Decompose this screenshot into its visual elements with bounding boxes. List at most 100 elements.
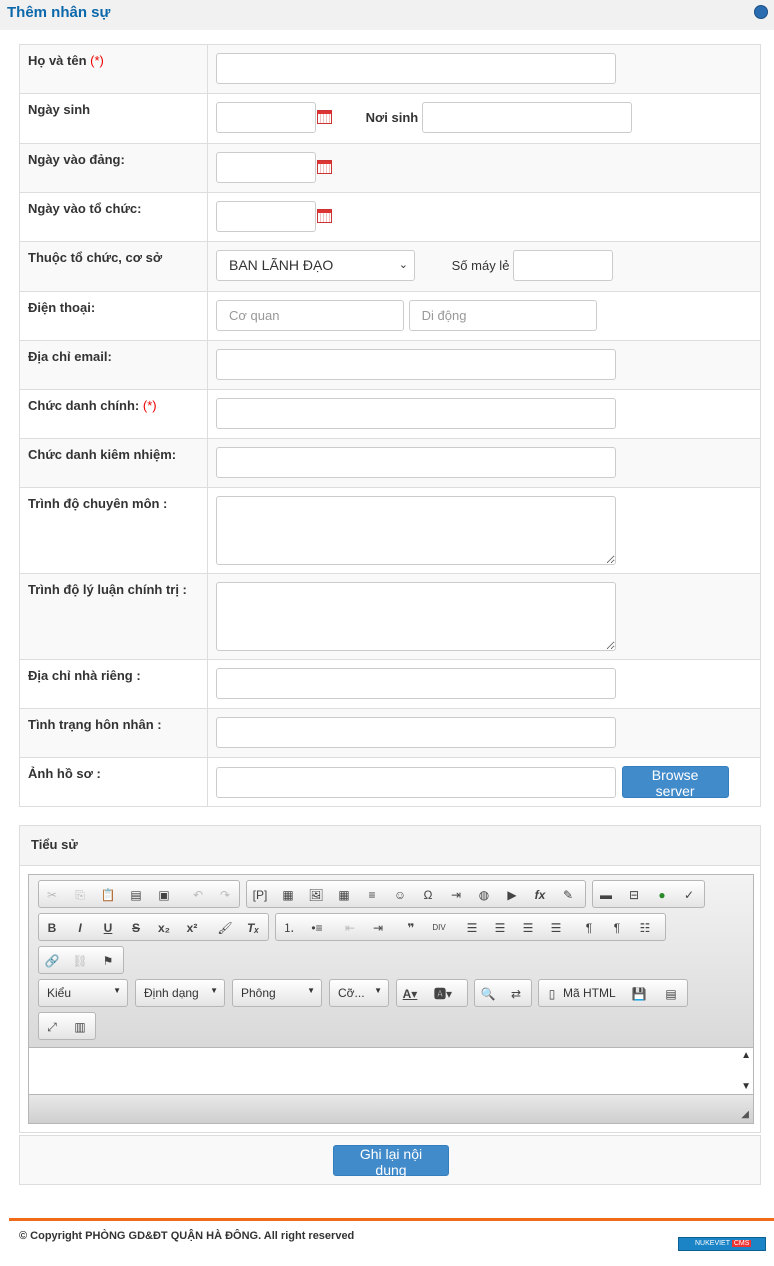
political-textarea[interactable] [216,582,616,651]
outdent-icon[interactable]: ⇤ [340,918,360,938]
phone-mobile-input[interactable] [408,300,597,331]
image-icon[interactable]: 🖼 [306,885,326,905]
nukeviet-logo[interactable]: NUKEVIET CMS [678,1237,766,1251]
align-center-icon[interactable]: ☰ [490,918,510,938]
justify-icon[interactable]: ☰ [546,918,566,938]
ltr-icon[interactable]: ¶ [579,918,599,938]
calendar-icon[interactable] [317,208,332,223]
scroll-down-icon[interactable]: ▼ [741,1081,751,1092]
find-group: 🔍 ⇄ [474,979,532,1007]
calendar-icon[interactable] [317,109,332,124]
iframe-icon[interactable]: ◍ [474,885,494,905]
replace-icon[interactable]: ⇄ [506,984,526,1004]
birthplace-label: Nơi sinh [365,110,419,125]
media-icon[interactable]: ▦ [278,885,298,905]
youtube-icon[interactable]: ▶ [502,885,522,905]
expertise-textarea[interactable] [216,496,616,565]
bg-color-icon[interactable]: 🅰▾ [433,984,453,1004]
editor-content-area[interactable]: ▲ ▼ [29,1048,753,1094]
page-break-icon[interactable]: ⊟ [624,885,644,905]
smiley-icon[interactable]: ☺ [390,885,410,905]
format-combo[interactable]: Định dạng ▼ [135,979,225,1007]
dob-input[interactable] [216,102,316,133]
bulleted-list-icon[interactable]: •≡ [307,918,327,938]
paste-icon[interactable]: 📋 [98,885,118,905]
org-select[interactable]: BAN LÃNH ĐẠO ⌄ [216,250,415,281]
subscript-icon[interactable]: x₂ [154,918,174,938]
source-icon[interactable]: ▯ [542,984,562,1004]
staff-form: Họ và tên (*) Ngày sinh Nơi sinh Ngày và… [19,44,761,807]
globe-icon[interactable] [754,5,768,19]
div-icon[interactable]: DIV [429,918,449,938]
birthplace-input[interactable] [421,102,632,133]
browse-server-button[interactable]: Browse server [621,766,729,799]
maximize-icon[interactable]: ⤢ [42,1017,62,1037]
template-icon[interactable]: ✎ [558,885,578,905]
special-char-icon[interactable]: Ω [418,885,438,905]
anchor-flag-icon[interactable]: ⚑ [98,951,118,971]
link-icon[interactable]: 🔗 [42,951,62,971]
paste-text-icon[interactable]: ▤ [126,885,146,905]
superscript-icon[interactable]: x² [182,918,202,938]
resize-handle-icon[interactable]: ◢ [741,1109,749,1120]
concurrent-input[interactable] [216,447,616,478]
rtl-icon[interactable]: ¶ [607,918,627,938]
links-group: 🔗 ⛓ ⚑ [38,946,124,974]
text-color-icon[interactable]: A▾ [400,984,420,1004]
party-date-input[interactable] [216,152,316,183]
strike-icon[interactable]: S [126,918,146,938]
dob-label: Ngày sinh [19,93,208,144]
indent-block-icon[interactable]: ⇥ [446,885,466,905]
size-combo[interactable]: Cỡ... ▼ [329,979,389,1007]
calendar-icon[interactable] [317,159,332,174]
align-right-icon[interactable]: ☰ [518,918,538,938]
italic-icon[interactable]: I [70,918,90,938]
cut-icon[interactable]: ✂ [42,885,62,905]
indent-icon[interactable]: ⇥ [368,918,388,938]
photo-input[interactable] [216,766,616,798]
align-left-icon[interactable]: ☰ [462,918,482,938]
copy-icon[interactable]: ⎘ [70,885,90,905]
address-input[interactable] [216,668,616,699]
formula-icon[interactable]: fx [530,885,550,905]
scroll-up-icon[interactable]: ▲ [741,1050,751,1061]
source-button[interactable]: Mã HTML [563,986,616,1000]
email-input[interactable] [216,349,616,380]
preview-icon[interactable]: ▤ [661,984,681,1004]
paragraph-icon[interactable]: [P] [250,885,270,905]
horizontal-rule-icon[interactable]: ≡ [362,885,382,905]
redo-icon[interactable]: ↷ [215,885,235,905]
bio-panel: Tiểu sử ✂ ⎘ 📋 ▤ ▣ ↶ ↷ [P] ▦ 🖼 ▦ ≡ ☺ Ω ⇥ [19,825,761,1133]
full-name-input[interactable] [216,53,616,84]
org-label: Thuộc tổ chức, cơ sở [19,241,208,292]
spellcheck-icon[interactable]: ✓ [679,885,699,905]
org-date-input[interactable] [216,201,316,232]
style-combo[interactable]: Kiểu ▼ [38,979,128,1007]
table-icon[interactable]: ▦ [334,885,354,905]
search-icon[interactable]: 🔍 [478,984,498,1004]
marital-input[interactable] [216,717,616,748]
paste-word-icon[interactable]: ▣ [154,885,174,905]
colors-group: A▾ 🅰▾ [396,979,468,1007]
font-combo[interactable]: Phông ▼ [232,979,322,1007]
clipboard-group: ✂ ⎘ 📋 ▤ ▣ ↶ ↷ [38,880,240,908]
phone-office-input[interactable] [216,300,404,331]
bold-icon[interactable]: B [42,918,62,938]
numbered-list-icon[interactable]: ⒈ [279,918,299,938]
insert-group: [P] ▦ 🖼 ▦ ≡ ☺ Ω ⇥ ◍ ▶ fx ✎ [246,880,586,908]
underline-icon[interactable]: U [98,918,118,938]
save-content-button[interactable]: Ghi lại nội dung [333,1145,449,1178]
remove-format-icon[interactable]: Tₓ [243,918,263,938]
title-input[interactable] [216,398,616,429]
ext-input[interactable] [513,250,614,281]
language-icon[interactable]: ☷ [635,918,655,938]
copy-format-icon[interactable]: 🖌 [215,918,235,938]
save-icon[interactable]: 💾 [629,984,649,1004]
google-maps-icon[interactable]: ● [652,885,672,905]
show-blocks-icon[interactable]: ▬ [596,885,616,905]
copyright-text: © Copyright PHÒNG GD&ĐT QUẬN HÀ ĐÔNG. Al… [19,1230,355,1242]
blockquote-icon[interactable]: ❞ [401,918,421,938]
unlink-icon[interactable]: ⛓ [70,951,90,971]
undo-icon[interactable]: ↶ [188,885,208,905]
show-blocks-icon[interactable]: ▥ [70,1017,90,1037]
